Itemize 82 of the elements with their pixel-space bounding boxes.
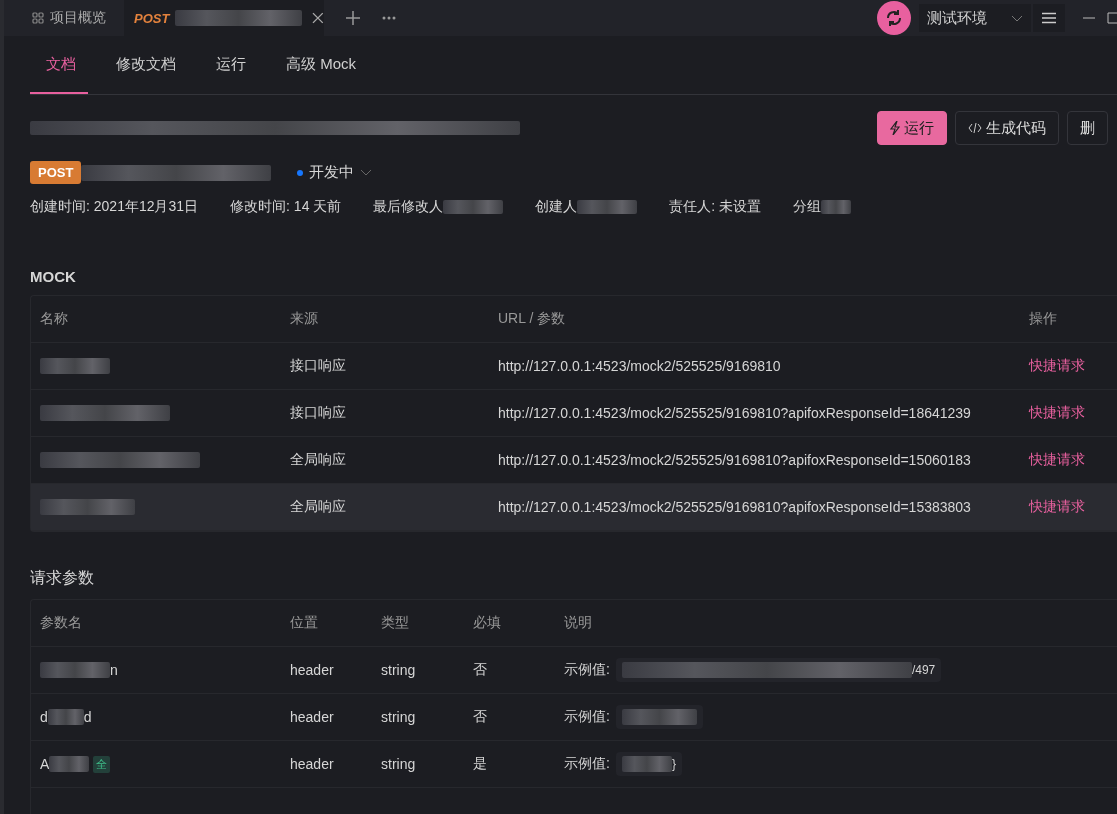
table-cell-text: string: [381, 756, 417, 772]
table-cell-text: string: [381, 662, 417, 678]
table-cell: d: [40, 709, 48, 725]
column-header: 必填: [473, 614, 502, 632]
maximize-icon[interactable]: [1107, 12, 1117, 24]
generate-code-button[interactable]: 生成代码: [955, 111, 1059, 145]
table-cell: 示例值:: [564, 755, 610, 773]
blurred-block: [821, 200, 852, 214]
method-label: POST: [134, 10, 170, 26]
section-title: MOCK: [30, 268, 77, 285]
column-header: 类型: [381, 614, 410, 632]
column-header: 参数名: [40, 614, 83, 632]
table-cell-text: 接口响应: [290, 404, 347, 422]
delete-button[interactable]: 删: [1067, 111, 1108, 145]
example-text: }: [671, 757, 676, 771]
column-header: 名称: [40, 310, 69, 328]
blurred-block: [577, 200, 638, 214]
table-cell: 示例值:: [564, 661, 610, 679]
column-header: 说明: [564, 614, 593, 632]
table-cell-text: header: [290, 756, 335, 772]
status-select[interactable]: 开发中: [297, 163, 373, 182]
column-header: 操作: [1029, 310, 1058, 328]
table-cell-text: http://127.0.0.1:4523/mock2/525525/9169810?apifoxResponseId=18641239: [498, 405, 972, 421]
meta-text: 责任人: 未设置: [669, 198, 762, 216]
table-cell-text: string: [381, 709, 417, 725]
close-icon[interactable]: [312, 12, 324, 24]
table-cell: A: [40, 756, 50, 772]
table-cell-text: 是: [473, 755, 488, 773]
plus-icon[interactable]: [346, 11, 360, 25]
lightning-icon: [890, 121, 900, 135]
environment-select[interactable]: 测试环境: [919, 4, 1031, 32]
meta-text: 创建人: [535, 198, 578, 216]
chevron-down-icon: [1011, 14, 1023, 22]
table-cell-text: header: [290, 709, 335, 725]
request-tab[interactable]: POST: [124, 0, 324, 36]
overview-tab[interactable]: 项目概览: [4, 0, 124, 36]
meta-text: 分组: [793, 198, 822, 216]
chevron-down-icon: [360, 169, 373, 176]
code-icon: [968, 123, 982, 133]
table-cell-text: 全局响应: [290, 451, 347, 469]
grid-icon: [32, 12, 44, 24]
blurred-block: [443, 200, 504, 214]
column-header: 位置: [290, 614, 319, 632]
doc-tab[interactable]: 运行: [200, 36, 258, 94]
column-header: URL / 参数: [498, 310, 567, 328]
example-text: /497: [911, 663, 936, 677]
blurred-block: [621, 756, 672, 772]
meta-text: 创建时间: 2021年12月31日: [30, 198, 199, 216]
table-cell-text: 全局响应: [290, 498, 347, 516]
table-cell: n: [110, 662, 118, 678]
quick-request-link[interactable]: 快捷请求: [1029, 357, 1117, 375]
table-cell-text: 否: [473, 708, 488, 726]
menu-icon: [1042, 12, 1056, 24]
table-cell-text: http://127.0.0.1:4523/mock2/525525/9169810: [498, 358, 782, 374]
menu-button[interactable]: [1033, 4, 1065, 32]
quick-request-link[interactable]: 快捷请求: [1029, 404, 1117, 422]
more-icon[interactable]: [382, 16, 396, 20]
doc-tab[interactable]: 高级 Mock: [270, 36, 368, 94]
tab-label: 项目概览: [50, 9, 106, 27]
blurred-block: [47, 709, 84, 725]
table-cell-text: header: [290, 662, 335, 678]
table-cell-text: 接口响应: [290, 357, 347, 375]
table-cell: d: [83, 709, 92, 725]
quick-request-link[interactable]: 快捷请求: [1029, 451, 1117, 469]
run-button[interactable]: 运行: [877, 111, 947, 145]
table-cell: 示例值:: [564, 708, 610, 726]
doc-tab[interactable]: 修改文档: [100, 36, 188, 94]
table-cell-text: http://127.0.0.1:4523/mock2/525525/9169810?apifoxResponseId=15060183: [498, 452, 972, 468]
tag: 全: [93, 755, 111, 773]
table-cell-text: 否: [473, 661, 488, 679]
table-cell-text: http://127.0.0.1:4523/mock2/525525/9169810?apifoxResponseId=15383803: [498, 499, 972, 515]
section-title: 请求参数: [30, 568, 95, 588]
method-badge: POST: [30, 161, 82, 184]
meta-text: 修改时间: 14 天前: [230, 198, 342, 216]
doc-tab[interactable]: 文档: [30, 36, 88, 94]
blurred-block: [49, 756, 90, 772]
quick-request-link[interactable]: 快捷请求: [1029, 498, 1117, 516]
sync-icon[interactable]: [877, 1, 911, 35]
meta-text: 最后修改人: [373, 198, 444, 216]
blurred-block: [40, 358, 110, 374]
blurred-block: [40, 662, 110, 678]
column-header: 来源: [290, 310, 319, 328]
